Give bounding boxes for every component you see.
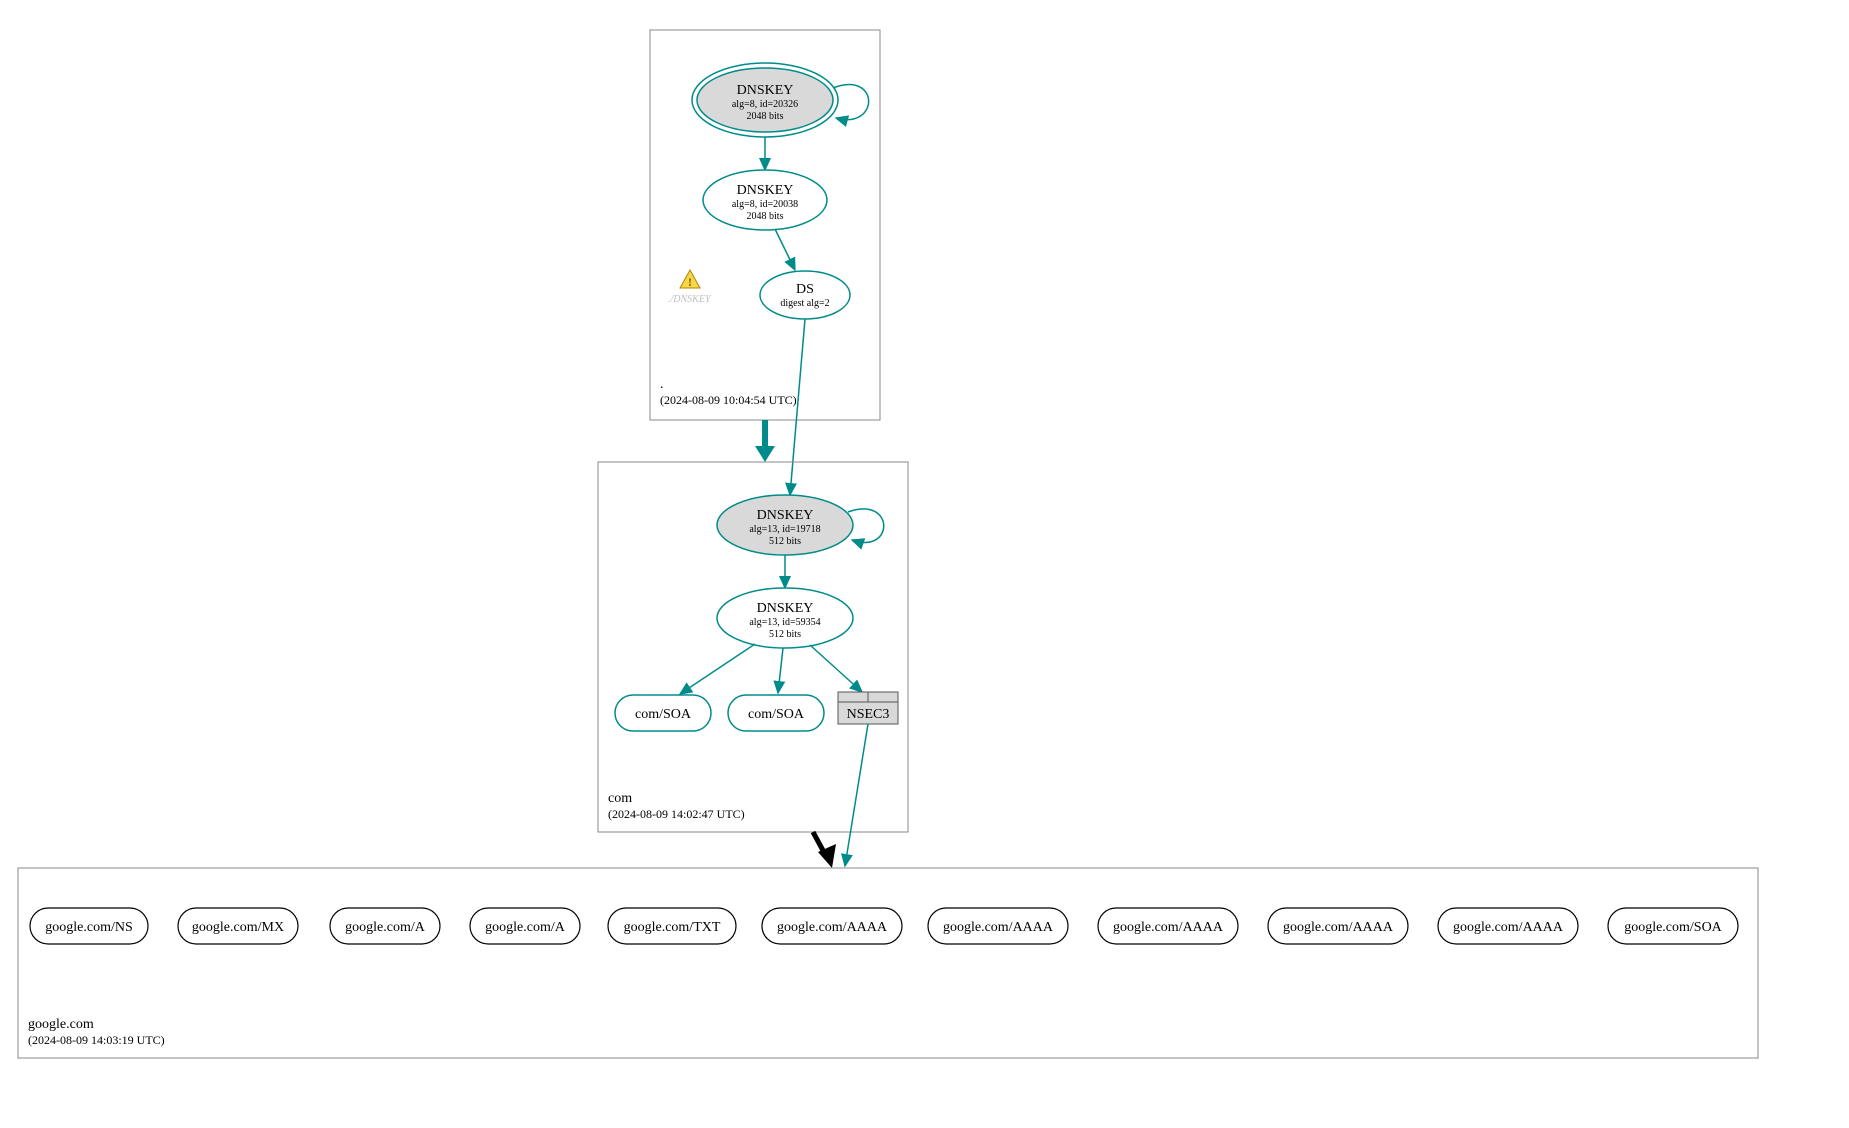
zone-google [18,868,1758,1058]
edge-comzsk-nsec3 [810,645,862,692]
record-txt: google.com/TXT [624,920,721,935]
edge-nsec3-google [845,724,868,866]
record-soa: google.com/SOA [1624,920,1722,935]
zone-google-name: google.com [28,1017,94,1032]
svg-text:2048 bits: 2048 bits [747,111,784,122]
edge-com-to-google-thick [813,832,836,868]
svg-text:alg=13, id=59354: alg=13, id=59354 [749,617,820,628]
root-ds-node: DS digest alg=2 [760,271,850,319]
zone-com-timestamp: (2024-08-09 14:02:47 UTC) [608,807,745,821]
com-ksk-node: DNSKEY alg=13, id=19718 512 bits [717,495,853,555]
svg-text:DNSKEY: DNSKEY [757,601,814,616]
record-aaaa3: google.com/AAAA [1113,920,1224,935]
com-soa2-node: com/SOA [728,695,824,731]
svg-text:NSEC3: NSEC3 [847,707,890,722]
record-aaaa4: google.com/AAAA [1283,920,1394,935]
google-records-row: google.com/NS google.com/MX google.com/A… [30,908,1738,944]
svg-text:DNSKEY: DNSKEY [737,83,794,98]
record-a1: google.com/A [345,920,426,935]
com-zsk-node: DNSKEY alg=13, id=59354 512 bits [717,588,853,648]
record-a2: google.com/A [485,920,566,935]
svg-text:2048 bits: 2048 bits [747,211,784,222]
com-soa1-node: com/SOA [615,695,711,731]
svg-text:DNSKEY: DNSKEY [737,183,794,198]
record-aaaa5: google.com/AAAA [1453,920,1564,935]
record-mx: google.com/MX [192,920,284,935]
record-aaaa1: google.com/AAAA [777,920,888,935]
svg-text:alg=8, id=20326: alg=8, id=20326 [732,99,798,110]
edge-root-zsk-ds [775,229,795,270]
svg-text:DS: DS [796,282,814,297]
svg-text:DNSKEY: DNSKEY [757,508,814,523]
com-nsec3-node: NSEC3 [838,692,898,724]
svg-text:./DNSKEY: ./DNSKEY [668,294,712,305]
zone-google-timestamp: (2024-08-09 14:03:19 UTC) [28,1033,165,1047]
zone-com-name: com [608,791,632,806]
edge-ds-comksk [790,319,805,495]
svg-text:512 bits: 512 bits [769,629,801,640]
root-warn-node: ! ./DNSKEY [668,270,712,305]
zone-root-timestamp: (2024-08-09 10:04:54 UTC) [660,393,797,407]
svg-text:com/SOA: com/SOA [635,707,692,722]
record-aaaa2: google.com/AAAA [943,920,1054,935]
dnssec-diagram: . (2024-08-09 10:04:54 UTC) DNSKEY alg=8… [0,0,1849,1128]
record-ns: google.com/NS [45,920,133,935]
edge-comzsk-soa1 [680,644,755,694]
zone-root-name: . [660,377,664,392]
svg-text:com/SOA: com/SOA [748,707,805,722]
root-zsk-node: DNSKEY alg=8, id=20038 2048 bits [703,170,827,230]
svg-text:!: ! [688,275,692,289]
root-ksk-node: DNSKEY alg=8, id=20326 2048 bits [692,63,838,137]
edge-root-to-com-thick [755,420,775,462]
svg-text:alg=8, id=20038: alg=8, id=20038 [732,199,798,210]
edge-comzsk-soa2 [778,648,783,693]
svg-text:alg=13, id=19718: alg=13, id=19718 [749,524,820,535]
svg-text:digest alg=2: digest alg=2 [780,298,829,309]
svg-text:512 bits: 512 bits [769,536,801,547]
